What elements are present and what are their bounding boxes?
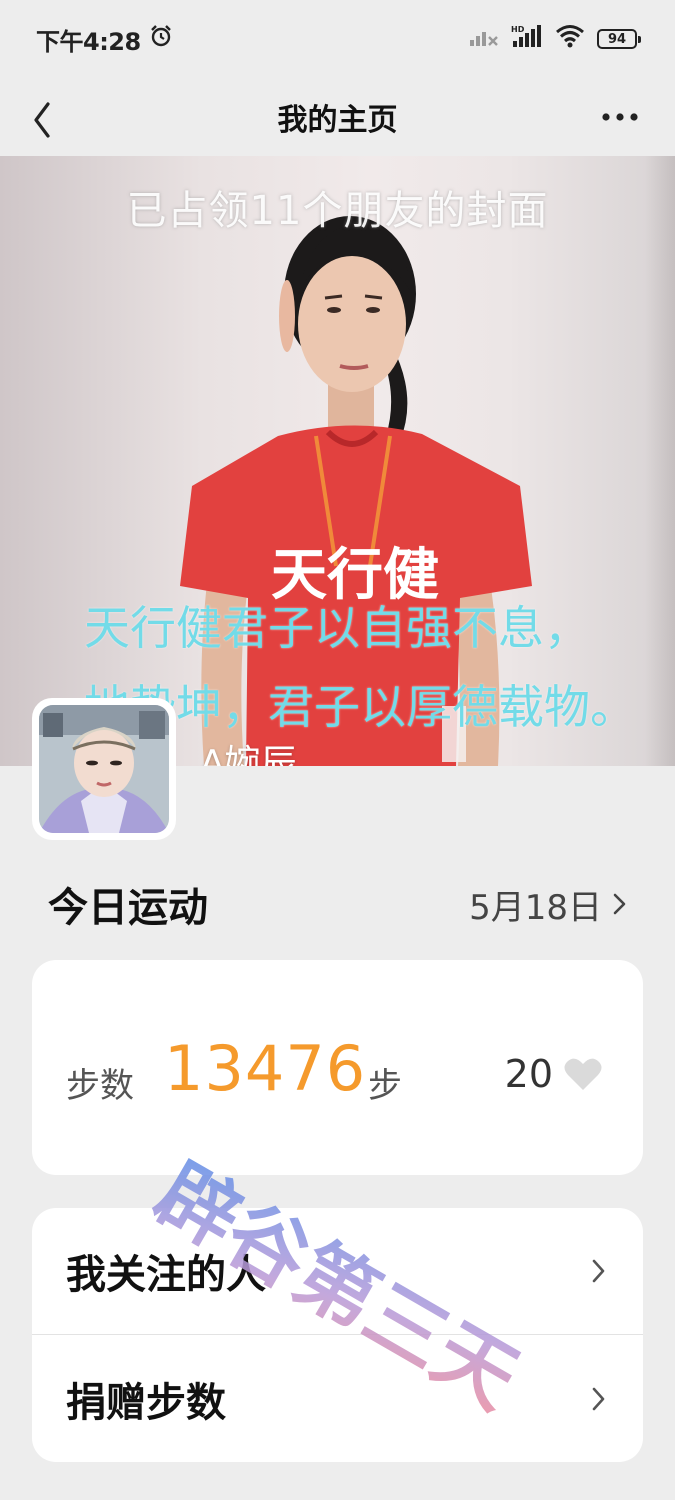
steps-unit: 步 <box>368 1066 402 1106</box>
steps-label: 步数 <box>66 1066 134 1106</box>
wall-shadow <box>645 156 675 766</box>
status-time: 下午4:28 <box>36 27 141 56</box>
steps-card[interactable]: 步数 13476 步 20 <box>32 960 643 1175</box>
cover-overlay-line-1: 天行健君子以自强不息， <box>84 601 590 655</box>
heart-icon <box>564 1058 602 1090</box>
steps-value: 13476 <box>164 1032 367 1105</box>
battery-icon: 94 <box>597 29 641 49</box>
page-title: 我的主页 <box>277 103 398 138</box>
cover-caption: 已占领11个朋友的封面 <box>126 188 549 234</box>
status-left: 下午4:28 <box>36 22 173 57</box>
menu-card: 我关注的人 捐赠步数 <box>32 1208 643 1462</box>
menu-item-label: 捐赠步数 <box>66 1379 226 1426</box>
status-right: HD 94 <box>469 24 641 54</box>
back-button[interactable] <box>24 92 64 142</box>
wifi-icon <box>555 24 585 54</box>
chevron-right-icon <box>592 1259 605 1283</box>
like-count: 20 <box>504 1052 553 1096</box>
today-header: 今日运动 5月18日 <box>48 872 630 936</box>
signal-hd-icon: HD <box>511 24 543 54</box>
menu-item-following[interactable]: 我关注的人 <box>32 1208 643 1335</box>
username: A婉辰 <box>200 743 297 766</box>
date-label: 5月18日 <box>469 887 602 928</box>
signal-weak-icon <box>469 25 499 53</box>
svg-text:HD: HD <box>511 25 525 34</box>
menu-item-label: 我关注的人 <box>66 1252 266 1298</box>
more-button[interactable] <box>601 100 641 134</box>
status-bar: 下午4:28 HD 94 <box>0 0 675 78</box>
nav-bar: 我的主页 <box>0 78 675 156</box>
chevron-right-icon <box>613 893 626 915</box>
menu-item-donate-steps[interactable]: 捐赠步数 <box>32 1335 643 1462</box>
chevron-left-icon <box>34 102 50 138</box>
today-title: 今日运动 <box>48 885 208 931</box>
avatar[interactable] <box>32 698 176 840</box>
alarm-icon <box>149 24 173 54</box>
like-button[interactable]: 20 <box>505 1052 603 1096</box>
avatar-photo <box>39 705 169 833</box>
more-dots-icon <box>602 113 638 121</box>
cover-image[interactable]: 天行健 已占领11个朋友的封面 天行健君子以自强不息， 地势坤，君子以厚德载物。… <box>0 156 675 766</box>
chevron-right-icon <box>592 1387 605 1410</box>
date-selector[interactable]: 5月18日 <box>469 880 630 929</box>
